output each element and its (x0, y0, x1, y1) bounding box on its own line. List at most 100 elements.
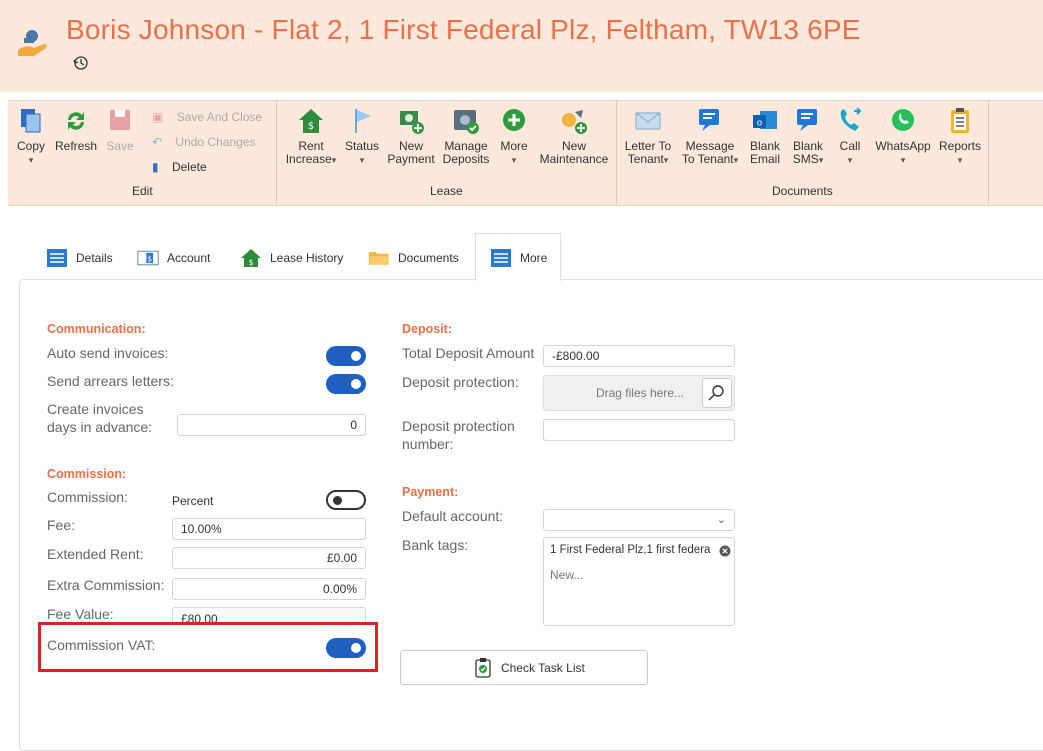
chevron-down-icon: ▾ (957, 155, 963, 165)
copy-icon (21, 109, 41, 133)
task-clipboard-icon (475, 658, 491, 678)
fee-label: Fee: (47, 517, 76, 533)
chevron-down-icon: ▾ (359, 155, 365, 165)
chevron-down-icon: ▾ (900, 155, 906, 165)
delete-button[interactable]: ▮ Delete (152, 160, 207, 174)
clipboard-icon (951, 108, 969, 133)
page-title: Boris Johnson - Flat 2, 1 First Federal … (66, 14, 861, 45)
extended-rent-label: Extended Rent: (47, 546, 144, 562)
fee-input[interactable]: 10.00% (172, 518, 366, 540)
plus-circle-icon (503, 109, 525, 131)
message-to-tenant-button[interactable]: Message To Tenant▾ (678, 106, 742, 167)
default-account-select[interactable]: ⌄ (543, 509, 735, 531)
svg-text:$: $ (248, 258, 253, 267)
svg-text:$: $ (147, 254, 152, 263)
default-account-label: Default account: (402, 508, 504, 524)
deposit-protection-dropzone[interactable]: Drag files here... (543, 375, 735, 411)
trash-icon: ▮ (152, 160, 159, 174)
rent-increase-button[interactable]: $ Rent Increase▾ (282, 106, 340, 167)
protection-number-input[interactable] (543, 419, 735, 441)
refresh-button[interactable]: Refresh (54, 106, 98, 153)
protection-number-label-1: Deposit protection (402, 418, 515, 434)
commission-type-text: Percent (172, 494, 214, 508)
status-button[interactable]: Status ▾ (344, 106, 380, 167)
browse-button[interactable] (702, 378, 732, 408)
outlook-icon: o (753, 111, 777, 129)
deposit-heading: Deposit: (402, 322, 452, 336)
commission-label: Commission: (47, 489, 128, 505)
save-and-close-button[interactable]: ▣ Save And Close (152, 110, 262, 124)
ribbon-separator (276, 100, 277, 204)
blank-email-button[interactable]: o Blank Email (748, 106, 782, 166)
reports-button[interactable]: Reports ▾ (938, 106, 982, 167)
whatsapp-icon (892, 109, 914, 131)
group-label-lease: Lease (430, 184, 463, 198)
arrears-label: Send arrears letters: (47, 373, 174, 389)
phone-icon (840, 107, 862, 131)
undo-changes-button[interactable]: ↶ Undo Changes (152, 135, 255, 149)
communication-heading: Communication: (47, 322, 146, 336)
auto-send-toggle[interactable] (326, 346, 366, 366)
ribbon-separator (988, 100, 989, 204)
flag-icon (355, 109, 371, 133)
check-task-list-button[interactable]: Check Task List (400, 650, 648, 685)
total-deposit-input[interactable]: -£800.00 (543, 345, 735, 367)
commission-type-toggle[interactable] (326, 490, 366, 510)
history-icon[interactable] (72, 54, 90, 72)
chat-icon (699, 109, 719, 131)
group-label-documents: Documents (772, 184, 833, 198)
svg-text:$: $ (308, 121, 314, 132)
payment-heading: Payment: (402, 485, 459, 499)
copy-button[interactable]: Copy ▾ (12, 106, 50, 167)
group-label-edit: Edit (132, 184, 153, 198)
auto-send-label: Auto send invoices: (47, 345, 169, 361)
save-button[interactable]: Save (102, 106, 138, 153)
tab-more[interactable]: More (490, 248, 547, 288)
details-icon (491, 249, 511, 267)
extended-rent-input[interactable]: £0.00 (172, 547, 366, 569)
extra-commission-label: Extra Commission: (47, 577, 165, 593)
save-small-icon: ▣ (152, 110, 164, 124)
save-icon (110, 110, 130, 130)
envelope-icon (635, 112, 661, 130)
chevron-down-icon: ⌄ (716, 514, 726, 526)
bank-tags-box[interactable]: 1 First Federal Plz,1 first federa New..… (543, 537, 735, 626)
more-lease-button[interactable]: More ▾ (496, 106, 532, 167)
call-button[interactable]: Call ▾ (834, 106, 866, 167)
total-deposit-label: Total Deposit Amount (402, 345, 535, 361)
sms-icon (797, 109, 817, 131)
new-maintenance-button[interactable]: New Maintenance (538, 106, 610, 166)
new-tag-input[interactable]: New... (550, 568, 583, 582)
arrears-toggle[interactable] (326, 374, 366, 394)
bank-tag-chip: 1 First Federal Plz,1 first federa (550, 544, 711, 556)
money-add-icon (400, 111, 424, 134)
highlight-box (38, 622, 378, 672)
manage-deposits-button[interactable]: Manage Deposits (440, 106, 492, 166)
ledger-icon: $ (137, 250, 159, 266)
chevron-down-icon: ▾ (28, 155, 34, 165)
letter-to-tenant-button[interactable]: Letter To Tenant▾ (622, 106, 674, 167)
safe-icon (454, 110, 479, 134)
whatsapp-button[interactable]: WhatsApp ▾ (872, 106, 934, 167)
create-invoices-label-2: days in advance: (47, 419, 153, 435)
deposit-protection-label: Deposit protection: (402, 374, 519, 390)
house-dollar-icon: $ (241, 249, 261, 267)
blank-sms-button[interactable]: Blank SMS▾ (788, 106, 828, 167)
folder-icon (368, 252, 390, 265)
details-icon (47, 249, 67, 267)
protection-number-label-2: number: (402, 436, 454, 452)
chevron-down-icon: ▾ (511, 155, 517, 165)
invoice-days-input[interactable]: 0 (177, 414, 366, 436)
undo-icon: ↶ (152, 135, 163, 149)
remove-tag-icon[interactable] (719, 545, 731, 557)
maintenance-icon (562, 110, 587, 134)
refresh-icon (68, 112, 84, 130)
search-icon (708, 385, 724, 401)
bank-tags-label: Bank tags: (402, 537, 469, 553)
extra-commission-input[interactable]: 0.00% (172, 578, 366, 600)
fee-value-label: Fee Value: (47, 606, 114, 622)
ribbon-separator (616, 100, 617, 204)
new-payment-button[interactable]: New Payment (386, 106, 436, 166)
chevron-down-icon: ▾ (847, 155, 853, 165)
tenant-hand-icon (18, 30, 47, 56)
